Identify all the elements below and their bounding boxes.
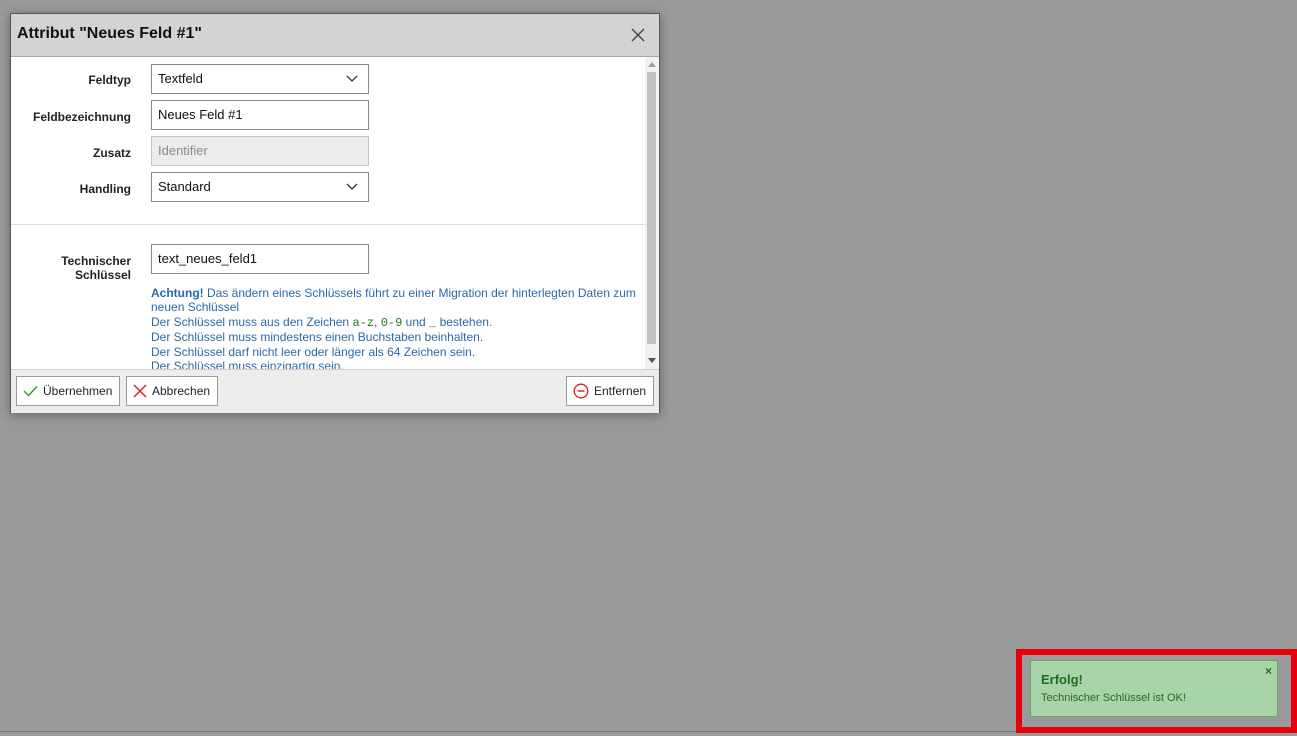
technischer-schluessel-label-line1: Technischer [61,254,131,268]
remove-button[interactable]: Entfernen [566,376,655,406]
zusatz-label: Zusatz [92,146,131,160]
dialog-footer: Übernehmen Abbrechen Entfernen [11,369,659,413]
section-divider [11,224,645,225]
apply-button-label: Übernehmen [43,384,113,398]
handling-label: Handling [79,182,131,196]
feldbezeichnung-input[interactable] [158,101,362,128]
attribute-dialog: Attribut "Neues Feld #1" Feldtyp Textfel… [10,13,660,413]
dialog-title: Attribut "Neues Feld #1" [17,25,202,42]
toast-title: Erfolg! [1041,672,1083,687]
cancel-button[interactable]: Abbrechen [126,376,219,406]
success-toast: Erfolg! Technischer Schlüssel ist OK! × [1030,660,1278,717]
technischer-schluessel-field [151,244,369,274]
zusatz-input [158,137,362,164]
dialog-body: Feldtyp Textfeld Feldbezeichnung Zusatz … [11,57,659,369]
hint-achtung: Achtung! [151,286,204,300]
handling-value: Standard [158,179,211,194]
hint-line2-suffix: bestehen. [436,314,493,329]
feldtyp-select[interactable]: Textfeld [151,64,369,94]
hint-code-09: 0-9 [380,315,403,330]
remove-button-label: Entfernen [594,384,647,398]
checkmark-icon [23,386,38,397]
toast-close-icon[interactable]: × [1265,664,1272,678]
scroll-up-arrow-icon[interactable] [648,62,656,67]
zusatz-field [151,136,369,166]
feldtyp-label: Feldtyp [88,73,131,87]
hint-line1: Das ändern eines Schlüssels führt zu ein… [151,286,636,315]
technischer-schluessel-label: Technischer Schlüssel [11,254,131,282]
cross-icon [133,384,147,398]
hint-comma: , [374,314,381,329]
minus-circle-icon [573,383,589,399]
close-icon[interactable] [629,26,647,44]
feldbezeichnung-label: Feldbezeichnung [32,110,131,124]
hint-line5: Der Schlüssel muss einzigartig sein. [151,359,344,369]
toast-message: Technischer Schlüssel ist OK! [1041,692,1186,704]
hint-line4: Der Schlüssel darf nicht leer oder länge… [151,344,476,359]
key-hint-text: Achtung! Das ändern eines Schlüssels füh… [151,286,641,369]
cancel-button-label: Abbrechen [152,384,211,398]
feldbezeichnung-field [151,100,369,130]
dialog-scrollbar[interactable] [645,57,658,369]
apply-button[interactable]: Übernehmen [16,376,121,406]
technischer-schluessel-input[interactable] [158,245,362,272]
technischer-schluessel-label-line2: Schlüssel [74,268,131,282]
scroll-down-arrow-icon[interactable] [648,358,656,363]
handling-select[interactable]: Standard [151,172,369,202]
hint-und: und [402,314,430,329]
hint-line2-prefix: Der Schlüssel muss aus den Zeichen [151,314,353,329]
scroll-thumb[interactable] [647,72,656,344]
hint-code-az: a-z [352,315,375,330]
feldtyp-value: Textfeld [158,71,203,86]
dialog-header: Attribut "Neues Feld #1" [11,14,659,57]
chevron-down-icon [346,183,358,190]
chevron-down-icon [346,75,358,82]
hint-line3: Der Schlüssel muss mindestens einen Buch… [151,330,484,345]
